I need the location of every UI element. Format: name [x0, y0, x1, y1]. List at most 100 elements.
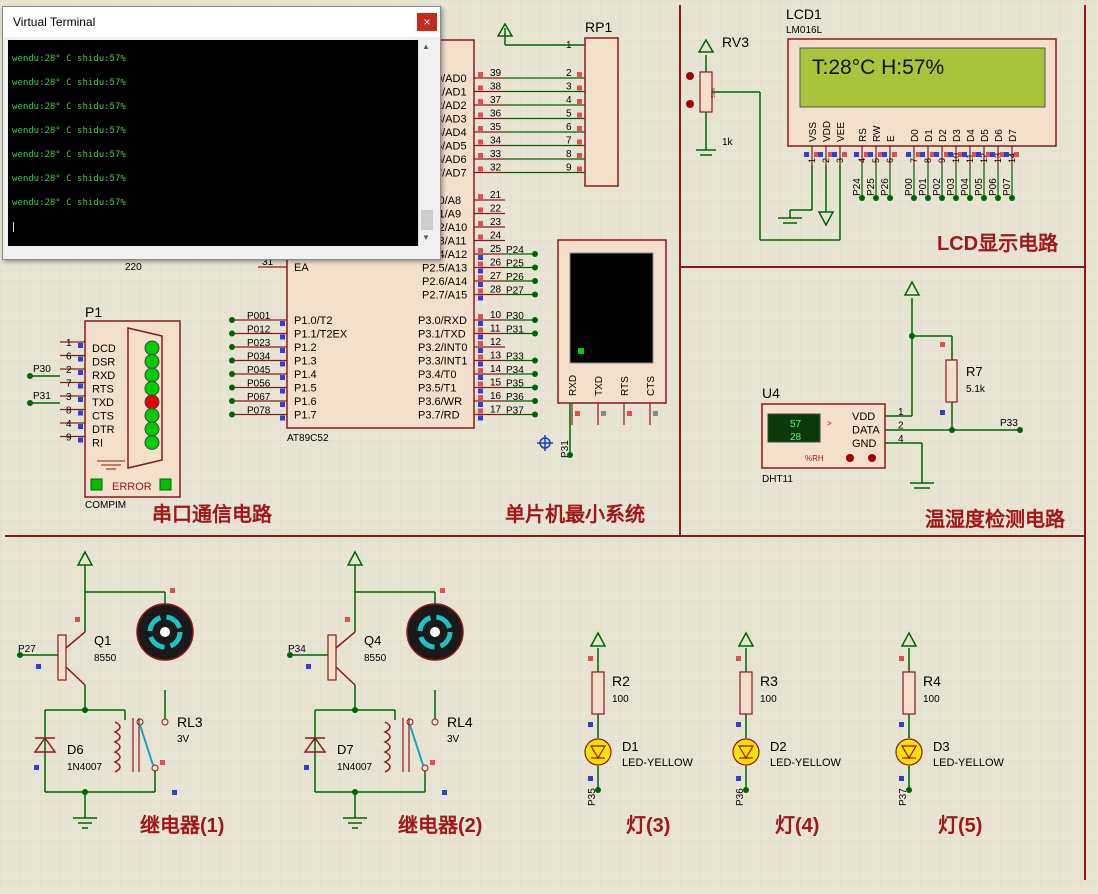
u4-model: DHT11 — [762, 474, 793, 485]
p1-pin-number: 2 — [66, 365, 72, 376]
pin-marker — [478, 275, 483, 280]
rv3-name: RV3 — [722, 34, 749, 50]
p1-pin-label: P1.5 — [294, 383, 317, 395]
p1-net-label: P045 — [247, 365, 271, 376]
pin-marker — [577, 139, 582, 145]
pin-marker — [588, 656, 593, 661]
pin-marker — [478, 139, 483, 145]
p1-net-label: P056 — [247, 379, 271, 390]
p1-model: COMPIM — [85, 500, 126, 511]
diode-model: 1N4007 — [67, 762, 102, 773]
vterm-pin-label: RTS — [620, 376, 631, 396]
p3-pin-label: P3.1/TXD — [418, 329, 466, 341]
terminal-line: wendu:28° C shidu:57% — [12, 102, 126, 112]
sensor-section-title: 温湿度检测电路 — [925, 507, 1066, 531]
pin-marker — [736, 776, 741, 781]
p1-net-label: P078 — [247, 406, 271, 417]
lcd-section-title: LCD显示电路 — [937, 231, 1059, 255]
pin-marker — [899, 656, 904, 661]
pin-marker — [478, 388, 483, 394]
p1-pin-label: TXD — [92, 397, 114, 409]
lcd-pin-number: 8 — [923, 158, 933, 163]
pin-marker — [172, 790, 177, 795]
pin-marker — [920, 152, 925, 157]
pin-marker — [577, 85, 582, 91]
pin-marker — [478, 85, 483, 91]
pin-marker — [588, 776, 593, 781]
pin-marker — [478, 295, 483, 301]
terminal-line: wendu:28° C shidu:57% — [12, 126, 126, 136]
virtual-terminal-titlebar[interactable]: Virtual Terminal × — [3, 7, 440, 37]
transistor-body — [57, 634, 67, 681]
vterm-pin-label: RXD — [568, 375, 579, 396]
lcd-net-label: P04 — [960, 178, 971, 196]
net-terminal — [532, 330, 538, 337]
pin-marker — [478, 321, 483, 326]
pin-marker — [280, 388, 285, 394]
pin-marker — [280, 334, 285, 340]
virtual-terminal-window[interactable]: Virtual Terminal × wendu:28° C shidu:57%… — [2, 6, 441, 260]
p3-pin-label: P3.7/RD — [418, 410, 460, 422]
pin-marker — [306, 664, 311, 669]
p3-pin-number: 12 — [490, 337, 502, 348]
p3-pin-label: P3.3/INT1 — [418, 356, 468, 368]
lcd-pin-label: D4 — [966, 129, 977, 142]
pin-marker — [804, 152, 809, 157]
p3-pin-label: P3.6/WR — [418, 396, 462, 408]
p1-net-label: P023 — [247, 338, 271, 349]
p2-pin-label: P2.7/A15 — [422, 290, 467, 302]
lamp-resistor-name: R4 — [923, 673, 941, 689]
pin-marker — [78, 343, 83, 348]
scrollbar-thumb[interactable] — [421, 210, 433, 230]
lcd-pin-label: D3 — [952, 129, 963, 142]
pin-marker — [934, 152, 939, 157]
schematic-canvas: 串口通信电路 单片机最小系统 LCD显示电路 温湿度检测电路 继电器(1) 继电… — [0, 0, 1098, 889]
diode-name: D6 — [67, 742, 84, 757]
p1-pin-label: P1.1/T2EX — [294, 329, 348, 341]
pin-marker — [577, 72, 582, 77]
serial-section-title: 串口通信电路 — [152, 502, 273, 526]
net-terminal — [229, 384, 235, 391]
transistor-model: 8550 — [94, 653, 117, 664]
close-icon[interactable]: × — [417, 13, 437, 31]
virtual-terminal-output[interactable]: wendu:28° C shidu:57% wendu:28° C shidu:5… — [8, 40, 418, 246]
p1-status-led — [144, 354, 160, 369]
rv3-value: 1k — [722, 137, 734, 148]
u4-pin-label: DATA — [852, 425, 880, 437]
motor-hub — [160, 627, 170, 637]
p1-pin-label: CTS — [92, 411, 114, 423]
lcd-pin-number: 1 — [807, 158, 817, 163]
lcd-net-label: P24 — [852, 178, 863, 196]
scroll-down-icon[interactable]: ▼ — [422, 233, 430, 242]
pin-marker — [577, 153, 582, 158]
p1-net-label: P012 — [247, 325, 271, 336]
net-terminal — [532, 264, 538, 271]
p1-pin-label: DTR — [92, 424, 115, 436]
rp1-resistor-pack[interactable]: RP1 — [584, 19, 619, 187]
pin-marker — [280, 361, 285, 367]
pin-marker — [478, 207, 483, 213]
pin-marker — [478, 402, 483, 407]
u4-net-label: P33 — [1000, 418, 1018, 429]
p3-pin-label: P3.5/T1 — [418, 383, 457, 395]
junction — [352, 707, 358, 713]
p2-pin-label: P2.6/A14 — [422, 276, 467, 288]
terminal-line: wendu:28° C shidu:57% — [12, 54, 126, 64]
p1-pin-label: DCD — [92, 343, 116, 355]
p3-net-label: P37 — [506, 406, 524, 417]
transistor-model: 8550 — [364, 653, 387, 664]
scroll-up-icon[interactable]: ▲ — [422, 42, 430, 51]
relay-volt: 3V — [447, 734, 460, 745]
net-terminal — [229, 398, 235, 404]
pin-marker — [36, 664, 41, 669]
pin-marker — [478, 248, 483, 253]
p1-pin-label: P1.6 — [294, 396, 317, 408]
virtual-terminal-scrollbar[interactable]: ▲ ▼ — [418, 40, 436, 246]
lcd-net-label: P25 — [866, 178, 877, 196]
lcd-pin-label: E — [886, 135, 897, 142]
lcd-display-text: T:28°C H:57% — [812, 56, 944, 79]
net-terminal — [532, 317, 538, 323]
p1-net-label: P034 — [247, 352, 271, 363]
p2-net-label: P27 — [506, 286, 524, 297]
pin-marker — [478, 341, 483, 346]
